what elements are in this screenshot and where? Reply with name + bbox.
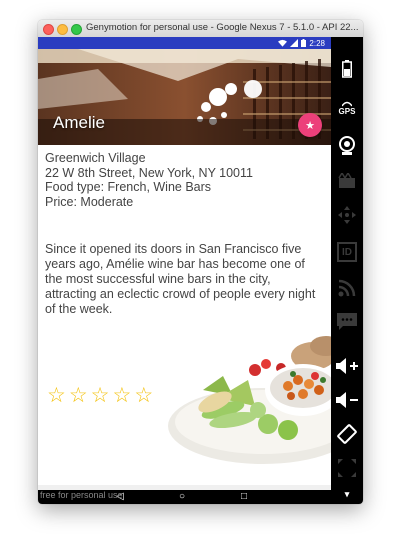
rotate-icon[interactable]: [331, 423, 363, 445]
video-icon[interactable]: [331, 171, 363, 191]
close-window-button[interactable]: [43, 24, 54, 35]
android-status-bar: 2:28: [38, 37, 331, 49]
id-label: ID: [342, 246, 352, 258]
home-icon[interactable]: ○: [179, 491, 185, 503]
star-outline-icon[interactable]: ☆: [69, 385, 88, 407]
rss-icon[interactable]: [331, 277, 363, 299]
star-rating[interactable]: ☆ ☆ ☆ ☆ ☆: [47, 385, 153, 407]
star-icon: ★: [305, 119, 315, 132]
favorite-fab-button[interactable]: ★: [298, 113, 322, 137]
dpad-icon[interactable]: [331, 205, 363, 225]
star-outline-icon[interactable]: ☆: [112, 385, 131, 407]
zoom-window-button[interactable]: [71, 24, 82, 35]
window-titlebar: Genymotion for personal use - Google Nex…: [38, 20, 363, 38]
price-text: Price: Moderate: [45, 194, 134, 209]
signal-icon: [290, 39, 299, 47]
neighborhood-text: Greenwich Village: [45, 151, 146, 165]
emulator-window: Genymotion for personal use - Google Nex…: [38, 20, 363, 504]
restaurant-description: Since it opened its doors in San Francis…: [45, 242, 316, 316]
wifi-icon: [278, 39, 288, 47]
address-text: 22 W 8th Street, New York, NY 10011: [45, 165, 253, 180]
star-outline-icon[interactable]: ☆: [134, 385, 153, 407]
food-type-text: Food type: French, Wine Bars: [45, 180, 212, 194]
battery-status-icon: [301, 39, 307, 47]
menu-icon[interactable]: ▾: [331, 487, 363, 501]
id-icon[interactable]: ID: [331, 241, 363, 263]
sms-icon[interactable]: [331, 311, 363, 333]
gps-icon[interactable]: GPS: [331, 97, 363, 119]
window-title: Genymotion for personal use - Google Nex…: [86, 22, 358, 33]
webcam-icon[interactable]: [331, 135, 363, 157]
genymotion-side-toolbar: GPS ID ▾: [331, 37, 363, 504]
scale-icon[interactable]: [331, 457, 363, 479]
minimize-window-button[interactable]: [57, 24, 68, 35]
volume-up-icon[interactable]: [331, 355, 363, 377]
watermark-text: free for personal use: [40, 490, 123, 500]
food-plate-image: [163, 318, 331, 473]
restaurant-hero-image: Amelie: [38, 49, 331, 145]
restaurant-name: Amelie: [53, 113, 105, 132]
status-time: 2:28: [309, 38, 325, 48]
restaurant-details: Greenwich Village 22 W 8th Street, New Y…: [45, 151, 325, 209]
star-outline-icon[interactable]: ☆: [91, 385, 110, 407]
star-outline-icon[interactable]: ☆: [47, 385, 66, 407]
battery-icon[interactable]: [331, 59, 363, 79]
recents-icon[interactable]: □: [241, 491, 247, 503]
gps-label: GPS: [338, 106, 356, 116]
volume-down-icon[interactable]: [331, 389, 363, 411]
